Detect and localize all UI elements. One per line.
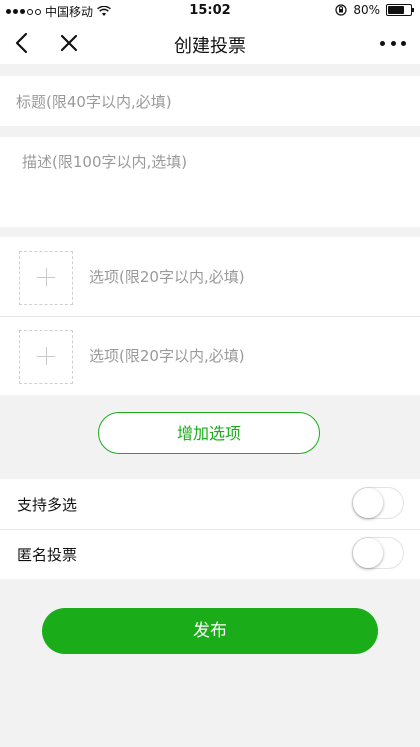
option-row-1: 选项(限20字以内,必填) xyxy=(0,237,420,317)
battery-percent: 80% xyxy=(353,3,380,17)
option-input-2[interactable]: 选项(限20字以内,必填) xyxy=(89,345,245,366)
toggle-knob xyxy=(353,488,383,518)
anonymous-toggle[interactable] xyxy=(352,537,404,569)
multi-select-label: 支持多选 xyxy=(17,496,78,514)
status-bar: 中国移动 15:02 80% xyxy=(0,0,420,22)
multi-select-toggle[interactable] xyxy=(352,487,404,519)
setting-multi-select: 支持多选 xyxy=(0,479,420,530)
title-section: 标题(限40字以内,必填) xyxy=(0,76,420,126)
battery-fill xyxy=(388,6,404,14)
add-option-image-icon[interactable] xyxy=(19,330,73,384)
status-right: 80% xyxy=(335,3,414,17)
setting-anonymous: 匿名投票 xyxy=(0,529,420,579)
toggle-knob xyxy=(353,538,383,568)
battery-icon xyxy=(386,4,414,16)
option-row-2: 选项(限20字以内,必填) xyxy=(0,316,420,395)
more-icon[interactable] xyxy=(380,34,406,52)
settings-section: 支持多选 匿名投票 xyxy=(0,479,420,579)
add-option-button[interactable]: 增加选项 xyxy=(98,412,320,454)
anonymous-label: 匿名投票 xyxy=(17,546,78,564)
options-section: 选项(限20字以内,必填) 选项(限20字以内,必填) xyxy=(0,237,420,395)
option-input-1[interactable]: 选项(限20字以内,必填) xyxy=(89,266,245,287)
title-input[interactable]: 标题(限40字以内,必填) xyxy=(16,91,172,112)
page-title: 创建投票 xyxy=(174,36,246,57)
description-input[interactable]: 描述(限100字以内,选填) xyxy=(22,151,187,172)
orientation-lock-icon xyxy=(335,4,347,16)
publish-button[interactable]: 发布 xyxy=(42,608,378,654)
nav-bar: 创建投票 xyxy=(0,22,420,64)
description-section: 描述(限100字以内,选填) xyxy=(0,137,420,227)
add-option-image-icon[interactable] xyxy=(19,251,73,305)
